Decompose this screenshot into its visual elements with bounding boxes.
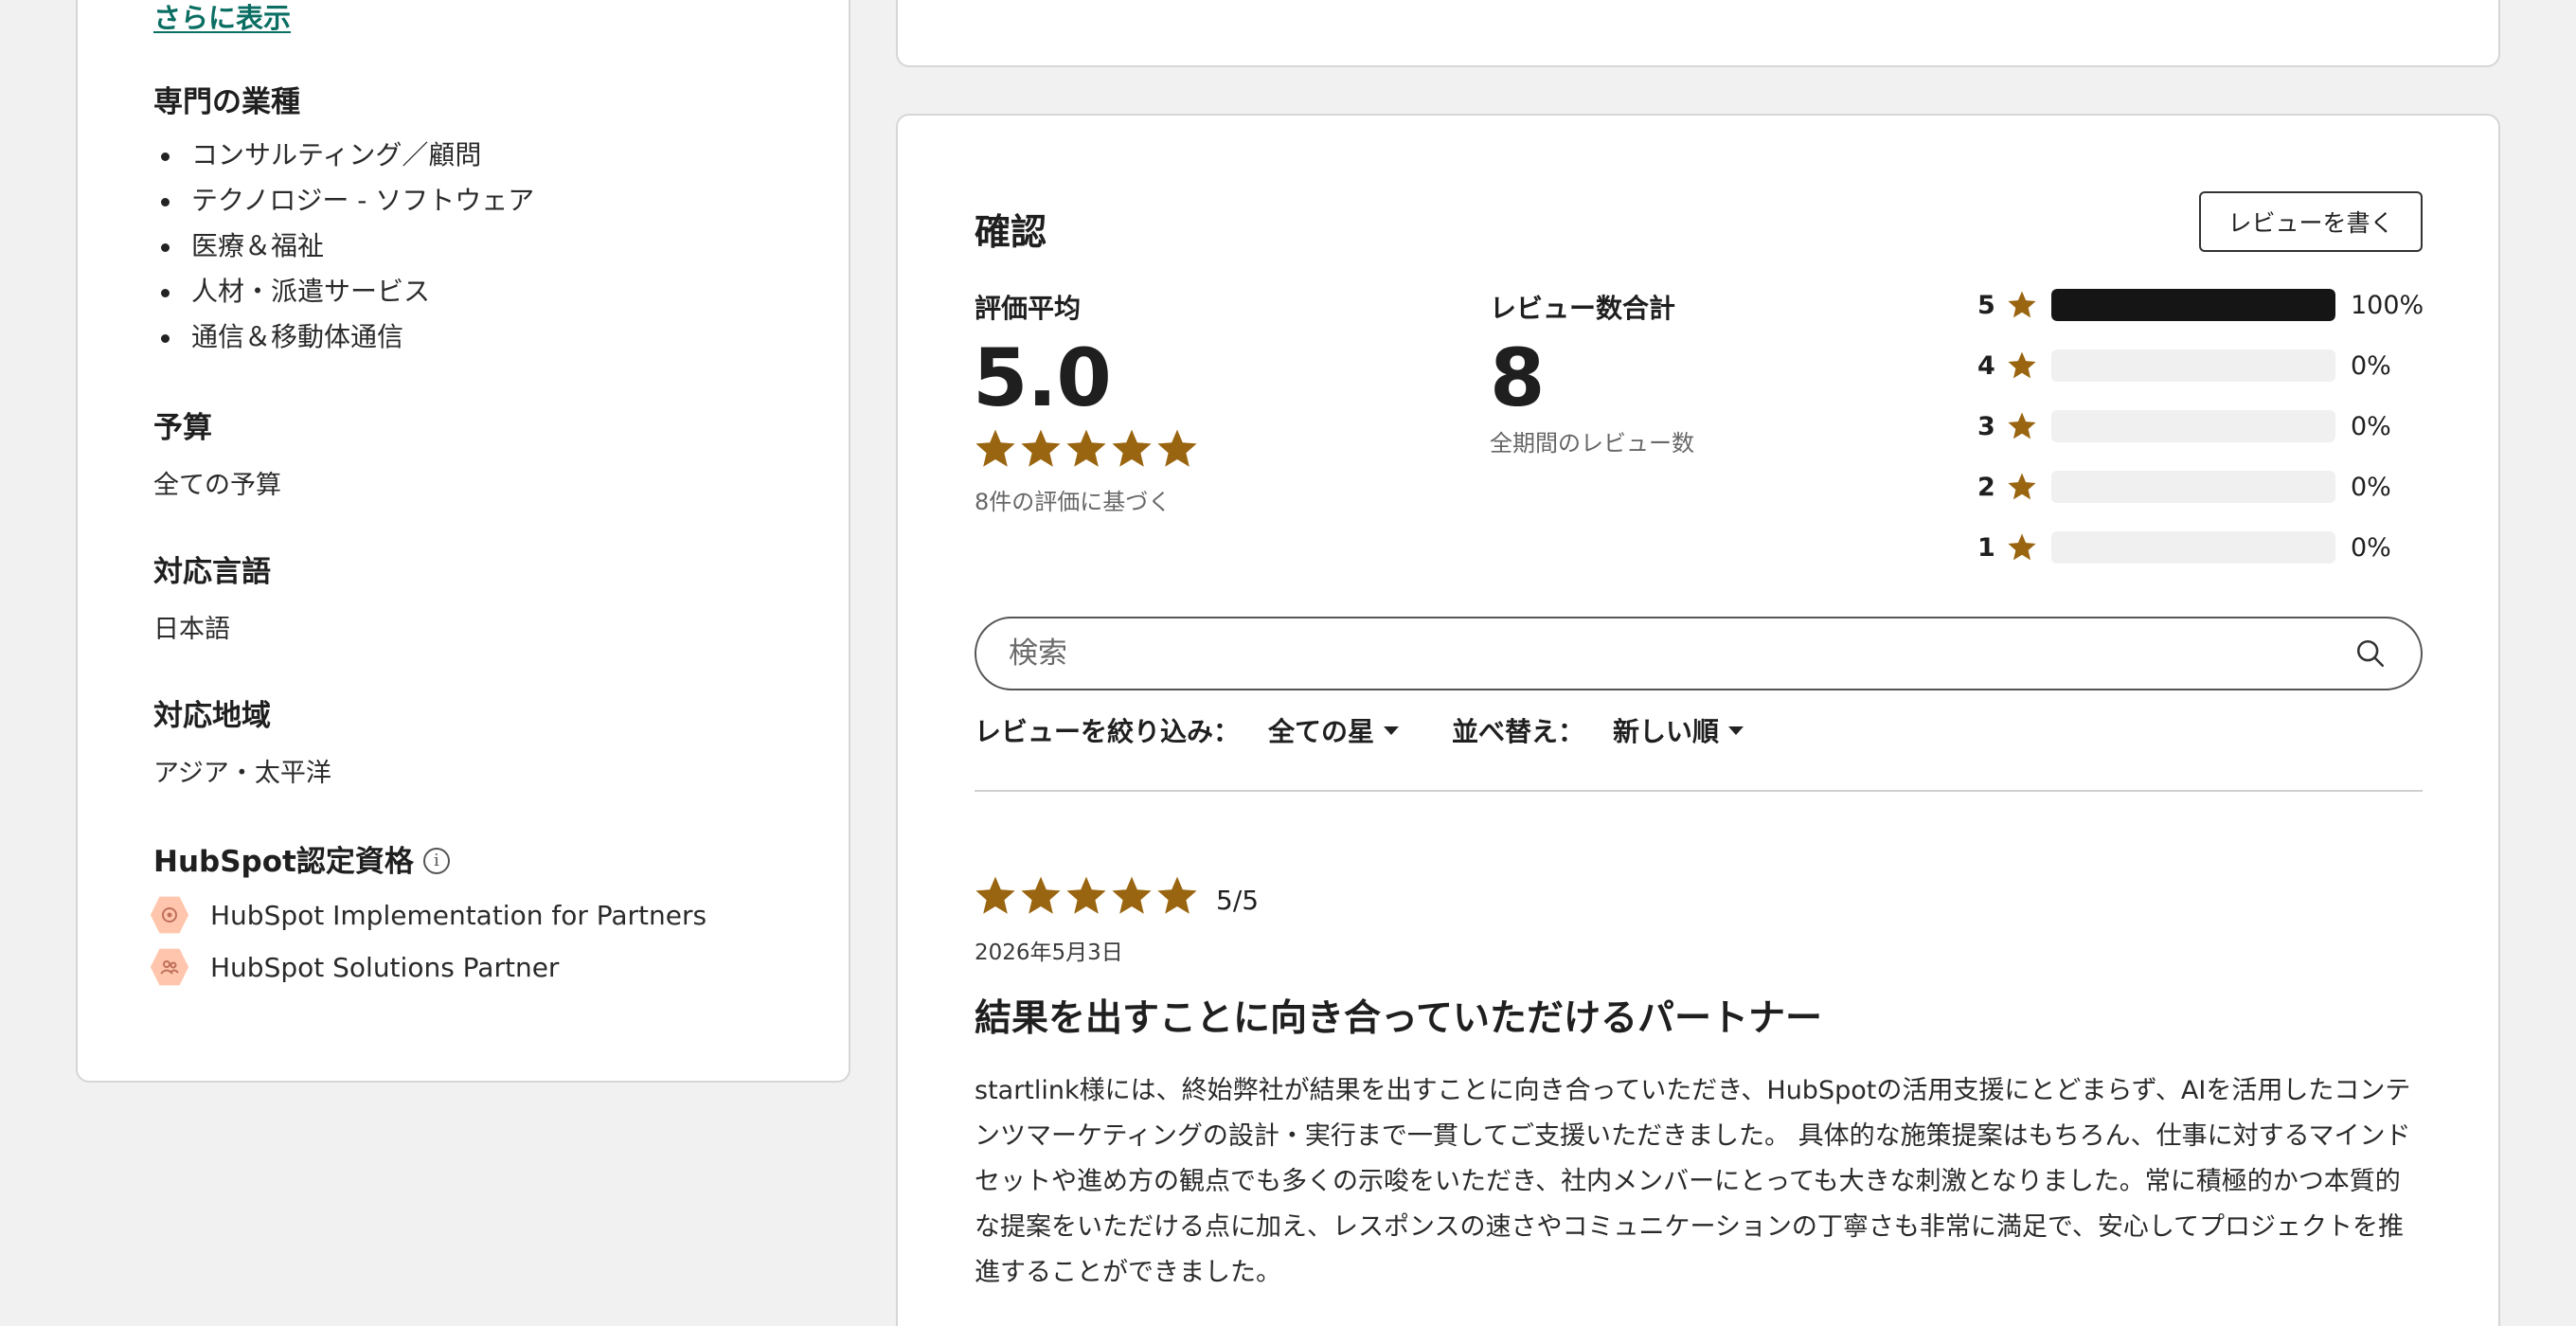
star-icon xyxy=(1018,873,1064,919)
star-icon xyxy=(2006,410,2038,442)
certifications-title: HubSpot認定資格 i xyxy=(153,837,450,880)
rating-row-percent: 0% xyxy=(2351,532,2391,563)
rating-row-stars: 4 xyxy=(1977,350,1995,381)
show-more-link[interactable]: さらに表示 xyxy=(153,0,291,36)
average-rating-stars xyxy=(973,426,1200,472)
review-rating-stars xyxy=(973,873,1200,919)
certification-label: HubSpot Solutions Partner xyxy=(210,951,560,983)
region-title: 対応地域 xyxy=(153,699,271,733)
sort-dropdown[interactable]: 新しい順 xyxy=(1613,711,1744,749)
average-rating-value: 5.0 xyxy=(973,332,1112,424)
star-icon xyxy=(1064,426,1109,472)
review-headline: 結果を出すことに向き合っていただけるパートナー xyxy=(975,997,1823,1040)
budget-value: 全ての予算 xyxy=(153,471,281,500)
rating-row-percent: 0% xyxy=(2351,411,2391,441)
review-search-box[interactable] xyxy=(975,617,2423,690)
star-icon xyxy=(1018,426,1064,472)
rating-row-1[interactable]: 1 0% xyxy=(1977,529,2391,566)
caret-down-icon xyxy=(1728,726,1744,735)
certification-item: HubSpot Implementation for Partners xyxy=(150,892,707,938)
rating-bar xyxy=(2051,349,2335,382)
star-icon xyxy=(2006,531,2038,564)
star-icon xyxy=(2006,471,2038,503)
rating-row-3[interactable]: 3 0% xyxy=(1977,407,2391,445)
star-icon xyxy=(1109,873,1154,919)
certifications-title-text: HubSpot認定資格 xyxy=(153,845,414,879)
language-value: 日本語 xyxy=(153,615,230,644)
search-icon[interactable] xyxy=(2354,637,2387,670)
rating-row-percent: 0% xyxy=(2351,472,2391,502)
rating-row-percent: 100% xyxy=(2351,290,2424,320)
rating-bar xyxy=(2051,531,2335,564)
sort-label: 並べ替え： xyxy=(1452,716,1585,747)
total-reviews-label: レビュー数合計 xyxy=(1490,293,1676,324)
info-icon[interactable]: i xyxy=(422,847,450,874)
industries-list: コンサルティング／顧問 テクノロジー - ソフトウェア 医療＆福祉 人材・派遣サ… xyxy=(159,136,534,364)
rating-row-5[interactable]: 5 100% xyxy=(1977,286,2424,324)
total-reviews-value: 8 xyxy=(1490,332,1545,424)
rating-row-4[interactable]: 4 0% xyxy=(1977,347,2391,385)
divider xyxy=(975,790,2423,792)
review-date: 2026年5月3日 xyxy=(975,941,1123,965)
certification-badge-icon xyxy=(150,896,189,934)
rating-row-percent: 0% xyxy=(2351,350,2391,381)
write-review-button[interactable]: レビューを書く xyxy=(2199,191,2423,252)
list-item: テクノロジー - ソフトウェア xyxy=(159,182,534,227)
sort-value: 新しい順 xyxy=(1613,716,1720,747)
star-icon xyxy=(2006,289,2038,321)
star-icon xyxy=(1154,873,1200,919)
star-icon xyxy=(1109,426,1154,472)
rating-row-stars: 1 xyxy=(1977,532,1995,563)
star-icon xyxy=(1154,426,1200,472)
rating-bar xyxy=(2051,471,2335,503)
total-reviews-subtext: 全期間のレビュー数 xyxy=(1490,430,1694,457)
star-filter-value: 全ての星 xyxy=(1268,716,1375,747)
list-item: 医療＆福祉 xyxy=(159,227,534,273)
previous-section-card xyxy=(896,0,2500,67)
budget-title: 予算 xyxy=(153,411,212,445)
review-search-input[interactable] xyxy=(1009,636,2354,671)
filter-label: レビューを絞り込み： xyxy=(975,716,1241,747)
region-value: アジア・太平洋 xyxy=(153,759,331,788)
certification-badge-icon xyxy=(150,948,189,986)
language-title: 対応言語 xyxy=(153,555,271,589)
star-icon xyxy=(1064,873,1109,919)
review-filter-bar: レビューを絞り込み： 全ての星 並べ替え： 新しい順 xyxy=(975,710,1744,750)
list-item: 人材・派遣サービス xyxy=(159,273,534,318)
certification-item: HubSpot Solutions Partner xyxy=(150,944,559,990)
rating-row-stars: 2 xyxy=(1977,472,1995,502)
rating-row-stars: 3 xyxy=(1977,411,1995,441)
list-item: 通信＆移動体通信 xyxy=(159,318,534,364)
certification-label: HubSpot Implementation for Partners xyxy=(210,899,707,931)
star-icon xyxy=(973,873,1018,919)
rating-bar xyxy=(2051,410,2335,442)
reviews-title: 確認 xyxy=(975,211,1047,253)
rating-bar xyxy=(2051,289,2335,321)
star-icon xyxy=(973,426,1018,472)
average-rating-label: 評価平均 xyxy=(975,293,1082,324)
review-body: startlink様には、終始弊社が結果を出すことに向き合っていただき、HubS… xyxy=(975,1076,2411,1287)
rating-row-stars: 5 xyxy=(1977,290,1995,320)
star-icon xyxy=(2006,349,2038,382)
review-score: 5/5 xyxy=(1216,885,1260,916)
rating-row-2[interactable]: 2 0% xyxy=(1977,468,2391,506)
list-item: コンサルティング／顧問 xyxy=(159,136,534,182)
average-rating-subtext: 8件の評価に基づく xyxy=(975,489,1172,515)
industries-title: 専門の業種 xyxy=(153,85,300,119)
caret-down-icon xyxy=(1384,726,1400,735)
rating-bar-fill xyxy=(2051,289,2335,321)
star-filter-dropdown[interactable]: 全ての星 xyxy=(1268,711,1400,749)
